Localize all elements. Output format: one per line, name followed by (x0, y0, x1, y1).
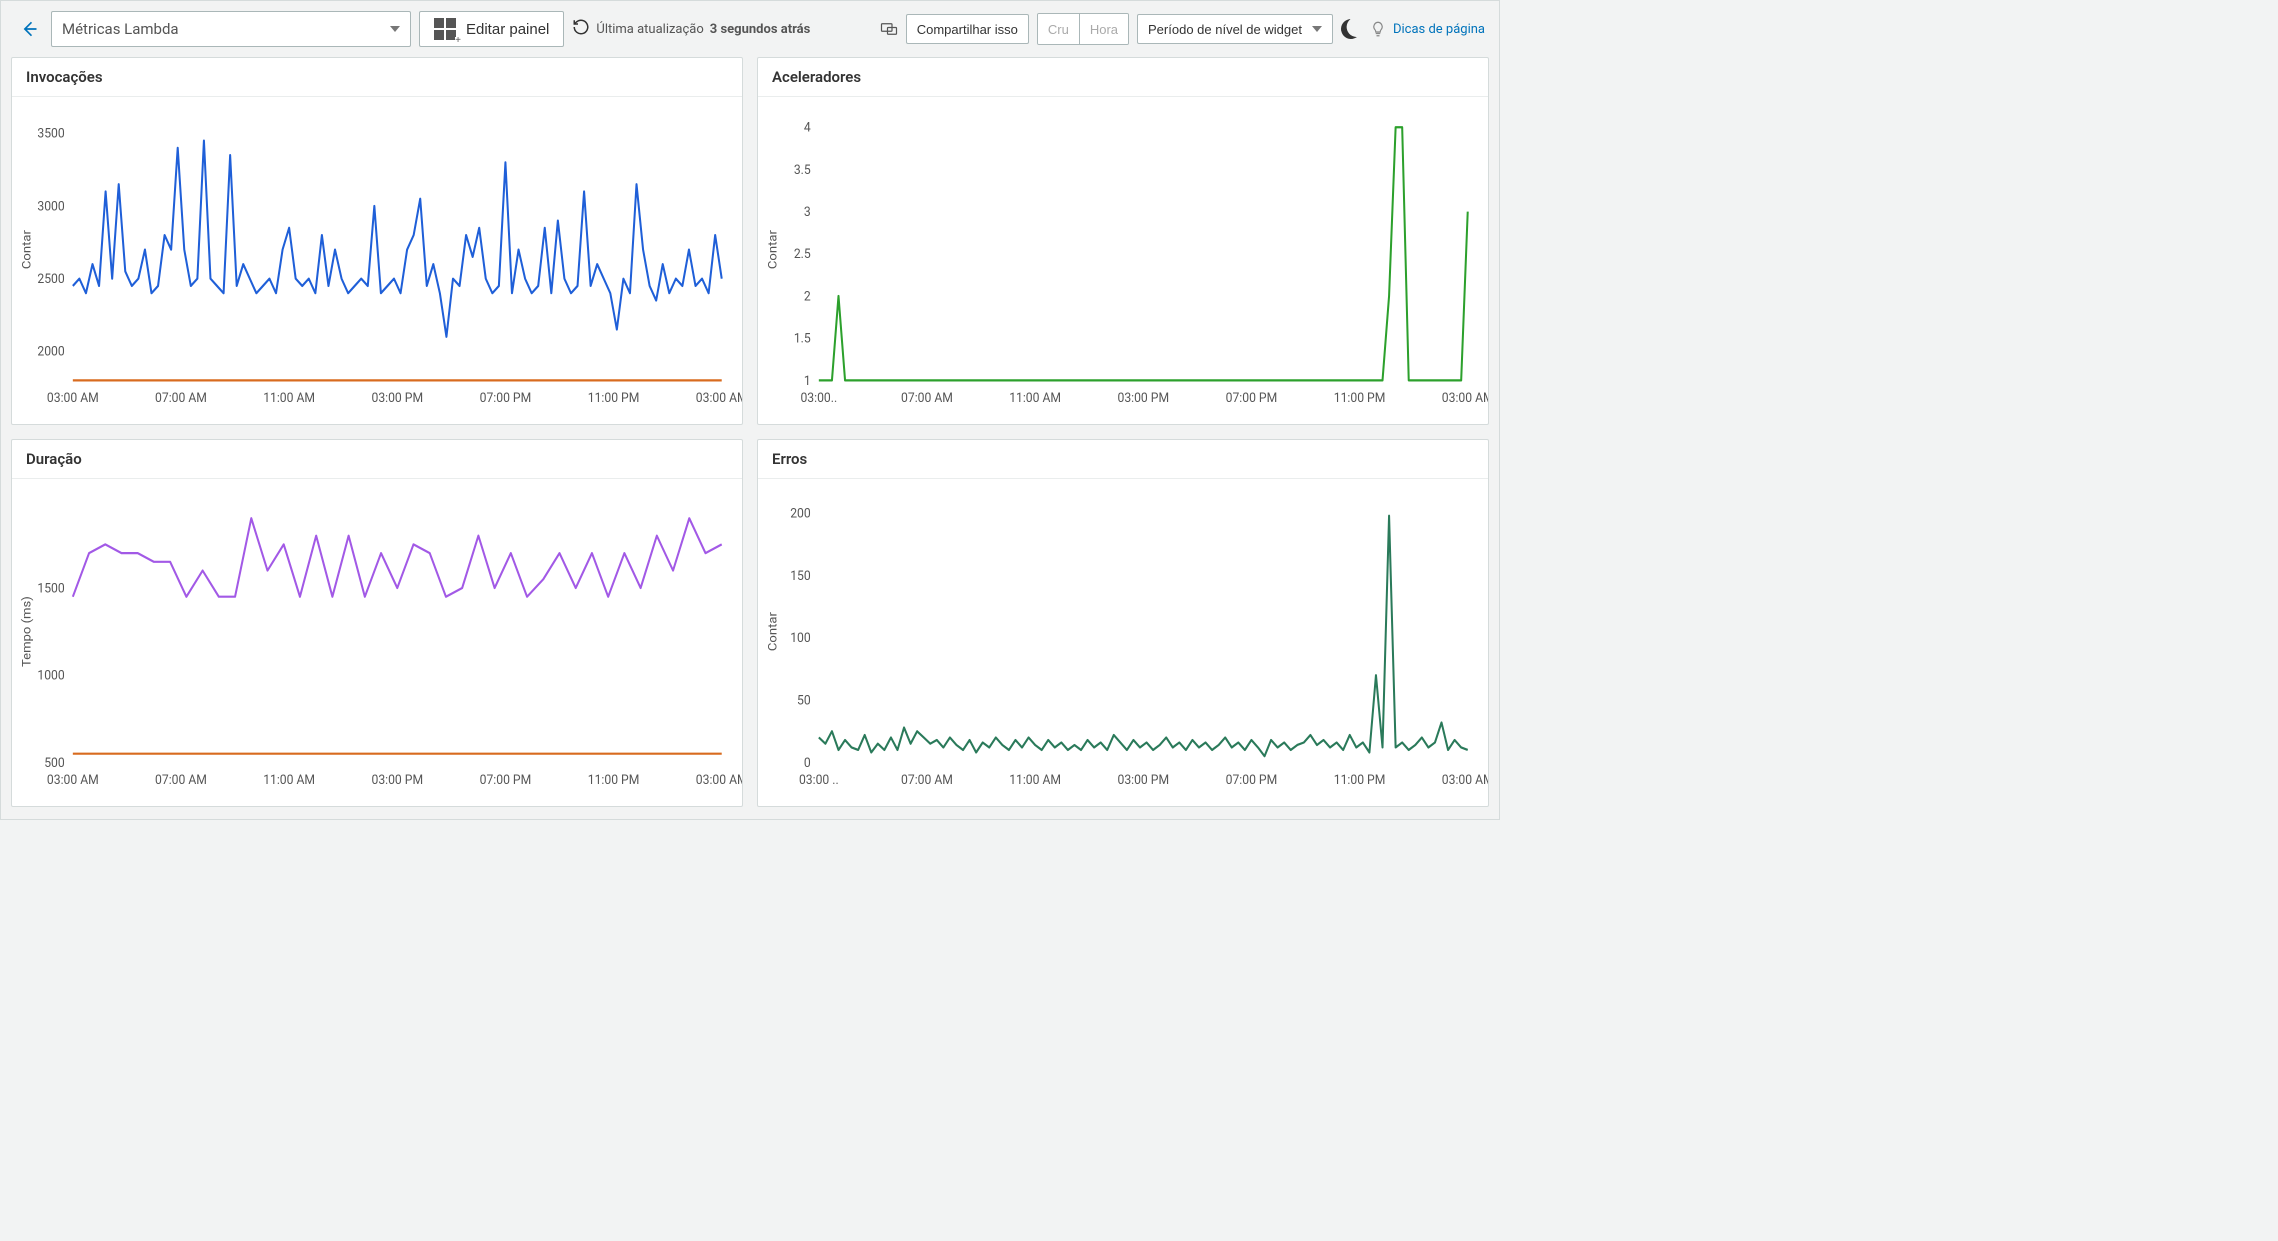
svg-text:3000: 3000 (37, 199, 64, 215)
back-button[interactable] (15, 19, 43, 39)
bulb-icon (1369, 20, 1387, 38)
svg-text:2500: 2500 (37, 272, 64, 288)
dashboard-select[interactable]: Métricas Lambda (51, 11, 411, 47)
svg-text:3.5: 3.5 (794, 162, 811, 178)
svg-text:100: 100 (790, 631, 811, 647)
edit-dashboard-button[interactable]: Editar painel (419, 11, 564, 47)
refresh-prefix: Última atualização (596, 22, 703, 37)
svg-text:07:00 PM: 07:00 PM (1226, 391, 1278, 407)
svg-text:150: 150 (790, 569, 811, 585)
refresh-time: 3 segundos atrás (710, 22, 811, 37)
svg-text:03:00 ..: 03:00 .. (799, 773, 839, 789)
share-label: Compartilhar isso (917, 22, 1018, 37)
svg-text:07:00 AM: 07:00 AM (155, 391, 207, 407)
refresh-icon[interactable] (572, 18, 590, 40)
svg-text:03:00 PM: 03:00 PM (1117, 773, 1169, 789)
refresh-status: Última atualização 3 segundos atrás (572, 18, 810, 40)
panel-errors: Erros 0 50 100 150 200 Contar 03:00 .. 07:00 AM… (757, 439, 1489, 807)
arrow-left-icon (19, 19, 39, 39)
svg-text:03:00 AM: 03:00 AM (47, 773, 99, 789)
caret-down-icon (1312, 26, 1322, 32)
chart-throttles[interactable]: 1 1.5 2 2.5 3 3.5 4 Contar 03:00.. 07:00 AM 11:00 … (758, 97, 1488, 424)
svg-text:11:00 AM: 11:00 AM (1009, 391, 1061, 407)
share-button[interactable]: Compartilhar isso (906, 14, 1029, 44)
raw-hour-toggle: Cru Hora (1037, 13, 1129, 45)
svg-text:07:00 PM: 07:00 PM (1226, 773, 1278, 789)
svg-text:11:00 AM: 11:00 AM (1009, 773, 1061, 789)
caret-down-icon (390, 26, 400, 32)
panel-title: Duração (12, 440, 742, 479)
edit-label: Editar painel (466, 21, 549, 38)
svg-text:03:00 AM: 03:00 AM (696, 391, 742, 407)
svg-text:Contar: Contar (766, 611, 780, 651)
svg-text:03:00 PM: 03:00 PM (371, 391, 423, 407)
panel-title: Invocações (12, 58, 742, 97)
hour-toggle[interactable]: Hora (1079, 14, 1128, 44)
svg-text:2000: 2000 (37, 344, 64, 360)
svg-text:Contar: Contar (20, 229, 34, 269)
svg-text:03:00 AM: 03:00 AM (1442, 773, 1488, 789)
svg-text:07:00 AM: 07:00 AM (901, 773, 953, 789)
page-tips-link[interactable]: Dicas de página (1369, 20, 1485, 38)
svg-text:03:00..: 03:00.. (800, 391, 837, 407)
svg-text:07:00 PM: 07:00 PM (480, 391, 532, 407)
svg-text:200: 200 (790, 506, 811, 522)
period-select[interactable]: Período de nível de widget (1137, 14, 1333, 44)
svg-text:03:00 PM: 03:00 PM (1117, 391, 1169, 407)
svg-text:Tempo (ms): Tempo (ms) (20, 596, 34, 667)
svg-text:07:00 PM: 07:00 PM (480, 773, 532, 789)
svg-text:3500: 3500 (37, 126, 64, 142)
svg-text:2.5: 2.5 (794, 247, 811, 263)
dashboard-name: Métricas Lambda (62, 20, 179, 38)
chart-errors[interactable]: 0 50 100 150 200 Contar 03:00 .. 07:00 AM 11:00 … (758, 479, 1488, 806)
svg-text:4: 4 (804, 120, 811, 136)
dark-mode-toggle[interactable] (1338, 16, 1364, 42)
svg-text:500: 500 (44, 755, 65, 771)
svg-text:2: 2 (804, 289, 811, 305)
panel-title: Aceleradores (758, 58, 1488, 97)
svg-text:Contar: Contar (766, 229, 780, 269)
svg-text:11:00 AM: 11:00 AM (263, 773, 315, 789)
svg-text:03:00 PM: 03:00 PM (371, 773, 423, 789)
svg-text:03:00 AM: 03:00 AM (1442, 391, 1488, 407)
panel-throttles: Aceleradores 1 1.5 2 2.5 3 3.5 4 Contar 03:00.. 0… (757, 57, 1489, 425)
svg-text:11:00 PM: 11:00 PM (588, 773, 640, 789)
panel-title: Erros (758, 440, 1488, 479)
chart-invocations[interactable]: 2000 2500 3000 3500 Contar 03:00 AM 07:00 AM 11… (12, 97, 742, 424)
period-label: Período de nível de widget (1148, 22, 1302, 37)
monitor-icon[interactable] (880, 20, 898, 38)
svg-text:1500: 1500 (37, 581, 64, 597)
svg-text:3: 3 (804, 205, 811, 221)
toolbar: Métricas Lambda Editar painel Última atu… (1, 1, 1499, 57)
chart-duration[interactable]: 500 1000 1500Tempo (ms) 03:00 AM 07:00 AM 11:… (12, 479, 742, 806)
svg-text:03:00 AM: 03:00 AM (696, 773, 742, 789)
svg-text:50: 50 (797, 693, 811, 709)
svg-text:1.5: 1.5 (794, 331, 811, 347)
raw-toggle[interactable]: Cru (1038, 14, 1079, 44)
svg-text:11:00 PM: 11:00 PM (1334, 391, 1386, 407)
tips-label: Dicas de página (1393, 22, 1485, 37)
svg-text:1: 1 (804, 373, 811, 389)
panel-duration: Duração 500 1000 1500Tempo (ms) 03:00 AM 07:… (11, 439, 743, 807)
svg-text:1000: 1000 (37, 668, 64, 684)
svg-text:07:00 AM: 07:00 AM (901, 391, 953, 407)
grid-plus-icon (434, 18, 456, 40)
svg-text:0: 0 (804, 755, 811, 771)
svg-text:07:00 AM: 07:00 AM (155, 773, 207, 789)
svg-text:03:00 AM: 03:00 AM (47, 391, 99, 407)
svg-text:11:00 PM: 11:00 PM (588, 391, 640, 407)
svg-text:11:00 AM: 11:00 AM (263, 391, 315, 407)
svg-text:11:00 PM: 11:00 PM (1334, 773, 1386, 789)
panel-invocations: Invocações 2000 2500 3000 3500 Contar 03:00 A… (11, 57, 743, 425)
